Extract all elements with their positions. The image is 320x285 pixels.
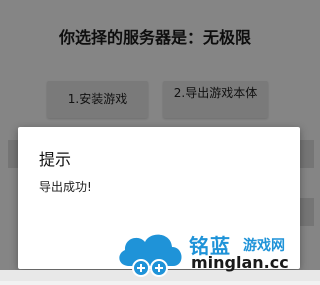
dialog-message: 导出成功! bbox=[39, 180, 92, 194]
watermark-subtitle: 游戏网 bbox=[243, 238, 285, 254]
watermark-domain: minglan.cc bbox=[191, 253, 289, 272]
dialog-title: 提示 bbox=[39, 150, 72, 169]
watermark: 铭蓝 游戏网 minglan.cc bbox=[115, 226, 320, 281]
cloud-logo-icon bbox=[119, 234, 182, 277]
